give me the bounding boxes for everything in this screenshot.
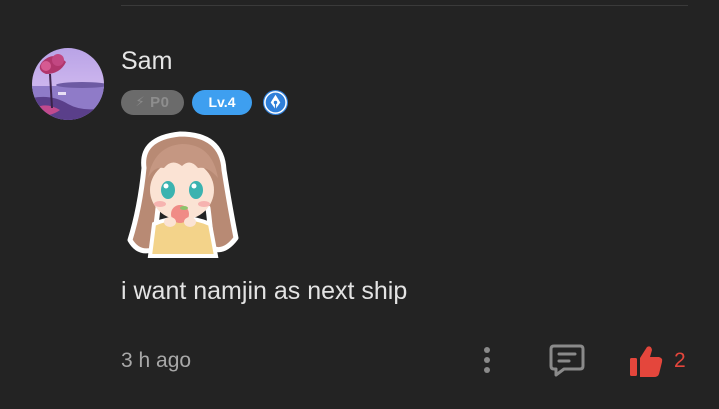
- anime-girl-sticker: [127, 131, 239, 258]
- top-divider: [121, 5, 688, 6]
- pen-nib-badge-icon[interactable]: [262, 89, 289, 116]
- avatar[interactable]: [32, 48, 104, 120]
- like-button[interactable]: 2: [628, 342, 686, 380]
- level-label: Lv.4: [208, 94, 236, 110]
- comment-text: i want namjin as next ship: [121, 277, 408, 305]
- comment-icon[interactable]: [548, 342, 586, 378]
- points-badge[interactable]: ⚡ P0: [121, 89, 184, 115]
- more-vertical-icon[interactable]: [476, 344, 498, 376]
- like-count: 2: [674, 349, 686, 372]
- thumbs-up-icon: [630, 346, 663, 377]
- points-label: P0: [150, 93, 170, 111]
- user-badges: ⚡ P0 Lv.4: [121, 89, 289, 115]
- username[interactable]: Sam: [121, 46, 172, 76]
- bolt-icon: ⚡: [135, 94, 146, 109]
- timestamp: 3 h ago: [121, 349, 192, 372]
- level-badge[interactable]: Lv.4: [192, 89, 252, 115]
